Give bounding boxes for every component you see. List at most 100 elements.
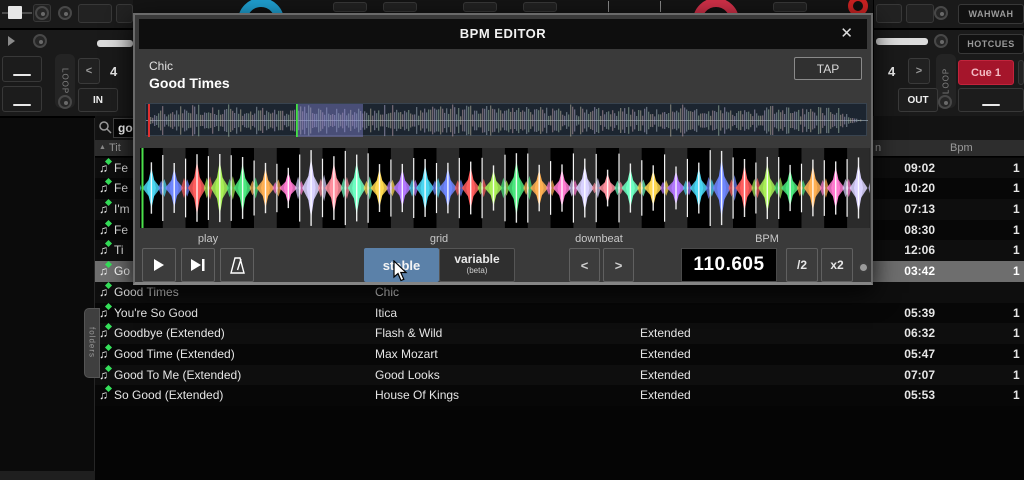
left-slider-handle[interactable] [8,6,22,19]
new-track-star-icon [105,385,112,392]
track-row[interactable]: ♫Goodbye (Extended)Flash & WildExtended0… [95,323,1024,344]
dialog-titlebar: BPM EDITOR ✕ [139,19,867,49]
bpm-section-label: BPM [747,233,787,245]
pitch-slider-handle[interactable] [97,40,133,47]
loop-beats-value: 4 [110,64,117,79]
track-type: Extended [640,326,691,340]
deck-strip-button[interactable] [523,2,557,12]
deck-strip-button[interactable] [773,2,807,12]
right-pad-button[interactable] [1018,60,1024,85]
new-track-star-icon [105,323,112,330]
track-bpm: 1 [1013,388,1020,402]
deck-left-panel: LOOP < 4 IN [0,0,133,116]
music-note-icon: ♫ [99,222,108,238]
track-bpm: 1 [1013,347,1020,361]
deck-strip-button[interactable] [463,2,497,12]
deck-strip-button[interactable] [383,2,417,12]
track-artist: Good Looks [375,368,440,382]
track-bpm: 1 [1013,181,1020,195]
track-title: Fe [114,181,128,195]
deck-strip-button[interactable] [333,2,367,12]
beatgrid-waveform[interactable] [140,148,870,228]
left-ring-button[interactable] [33,34,47,48]
mouse-cursor [393,260,409,282]
left-ring-button[interactable] [58,6,72,20]
track-row[interactable]: ♫You're So GoodItica05:391 [95,303,1024,324]
grid-variable-button[interactable]: variable (beta) [439,248,515,282]
track-bpm: 1 [1013,223,1020,237]
music-note-icon: ♫ [99,387,108,403]
new-track-star-icon [105,302,112,309]
track-type: Extended [640,347,691,361]
track-length: 07:13 [865,202,935,216]
left-ring-button[interactable] [58,95,72,109]
left-pad-button[interactable] [78,4,112,23]
track-bpm: 1 [1013,326,1020,340]
divider [874,28,1024,30]
track-bpm: 1 [1013,202,1020,216]
track-row[interactable]: ♫Good Time (Extended)Max MozartExtended0… [95,344,1024,365]
title-column-header[interactable]: Tit [109,142,121,154]
downbeat-section-label: downbeat [559,233,639,245]
browser-sidebar [0,118,95,480]
divider [0,28,133,30]
music-note-icon: ♫ [99,305,108,321]
play-icon[interactable] [8,36,15,46]
length-column-header[interactable]: n [875,142,881,154]
loop-half-button[interactable]: < [78,58,100,84]
folders-tab[interactable]: folders [84,308,100,378]
right-pad-button[interactable] [906,4,934,23]
cue-1-button[interactable]: Cue 1 [958,60,1014,85]
track-artist: Chic [375,285,399,299]
right-deck-button[interactable] [958,88,1024,112]
track-row[interactable]: ♫So Good (Extended)House Of KingsExtende… [95,385,1024,406]
bpm-half-button[interactable]: /2 [786,248,818,282]
track-title: Good Times [114,285,179,299]
downbeat-next-button[interactable]: > [603,248,634,282]
play-button[interactable] [142,248,176,282]
tap-button[interactable]: TAP [794,57,862,80]
loop-out-button[interactable]: OUT [898,88,938,112]
downbeat-prev-button[interactable]: < [569,248,600,282]
app-window: LOOP < 4 IN WAHWAH HOTCUES 4 > LOOP Cue … [0,0,1024,480]
left-deck-button[interactable] [2,56,42,82]
hotcues-button[interactable]: HOTCUES [958,34,1024,54]
left-ring-button[interactable] [35,6,49,20]
right-pad-button[interactable] [876,4,902,23]
track-title: I'm [114,202,130,216]
track-artist: House Of Kings [375,388,459,402]
right-ring-button[interactable] [934,34,948,48]
pitch-slider-handle[interactable] [876,38,928,45]
overview-waveform[interactable] [145,103,867,136]
bpm-value-display[interactable]: 110.605 [681,248,777,282]
new-track-star-icon [105,199,112,206]
track-length: 05:53 [865,388,935,402]
track-length: 12:06 [865,243,935,257]
loop-in-button[interactable]: IN [78,88,118,112]
close-icon[interactable]: ✕ [840,19,853,49]
skip-next-button[interactable] [181,248,215,282]
track-title: You're So Good [114,306,198,320]
deck-strip-divider [608,1,609,12]
track-length: 06:32 [865,326,935,340]
right-ring-button[interactable] [938,95,952,109]
new-track-star-icon [105,282,112,289]
left-pad-button[interactable] [116,4,133,23]
play-section-label: play [188,233,228,245]
track-length: 03:42 [865,264,935,278]
track-length: 08:30 [865,223,935,237]
bpm-column-header[interactable]: Bpm [950,142,973,154]
wahwah-button[interactable]: WAHWAH [958,4,1024,24]
track-title: Ti [114,243,124,257]
track-length: 05:39 [865,306,935,320]
bpm-double-button[interactable]: x2 [821,248,853,282]
metronome-button[interactable] [220,248,254,282]
right-ring-button[interactable] [934,6,948,20]
footer-strip [0,471,95,480]
loop-double-button[interactable]: > [908,58,930,84]
track-title: Good To Me (Extended) [114,368,241,382]
new-track-star-icon [105,157,112,164]
deck-top-strip [133,0,873,13]
track-row[interactable]: ♫Good To Me (Extended)Good LooksExtended… [95,365,1024,386]
left-deck-button[interactable] [2,86,42,112]
